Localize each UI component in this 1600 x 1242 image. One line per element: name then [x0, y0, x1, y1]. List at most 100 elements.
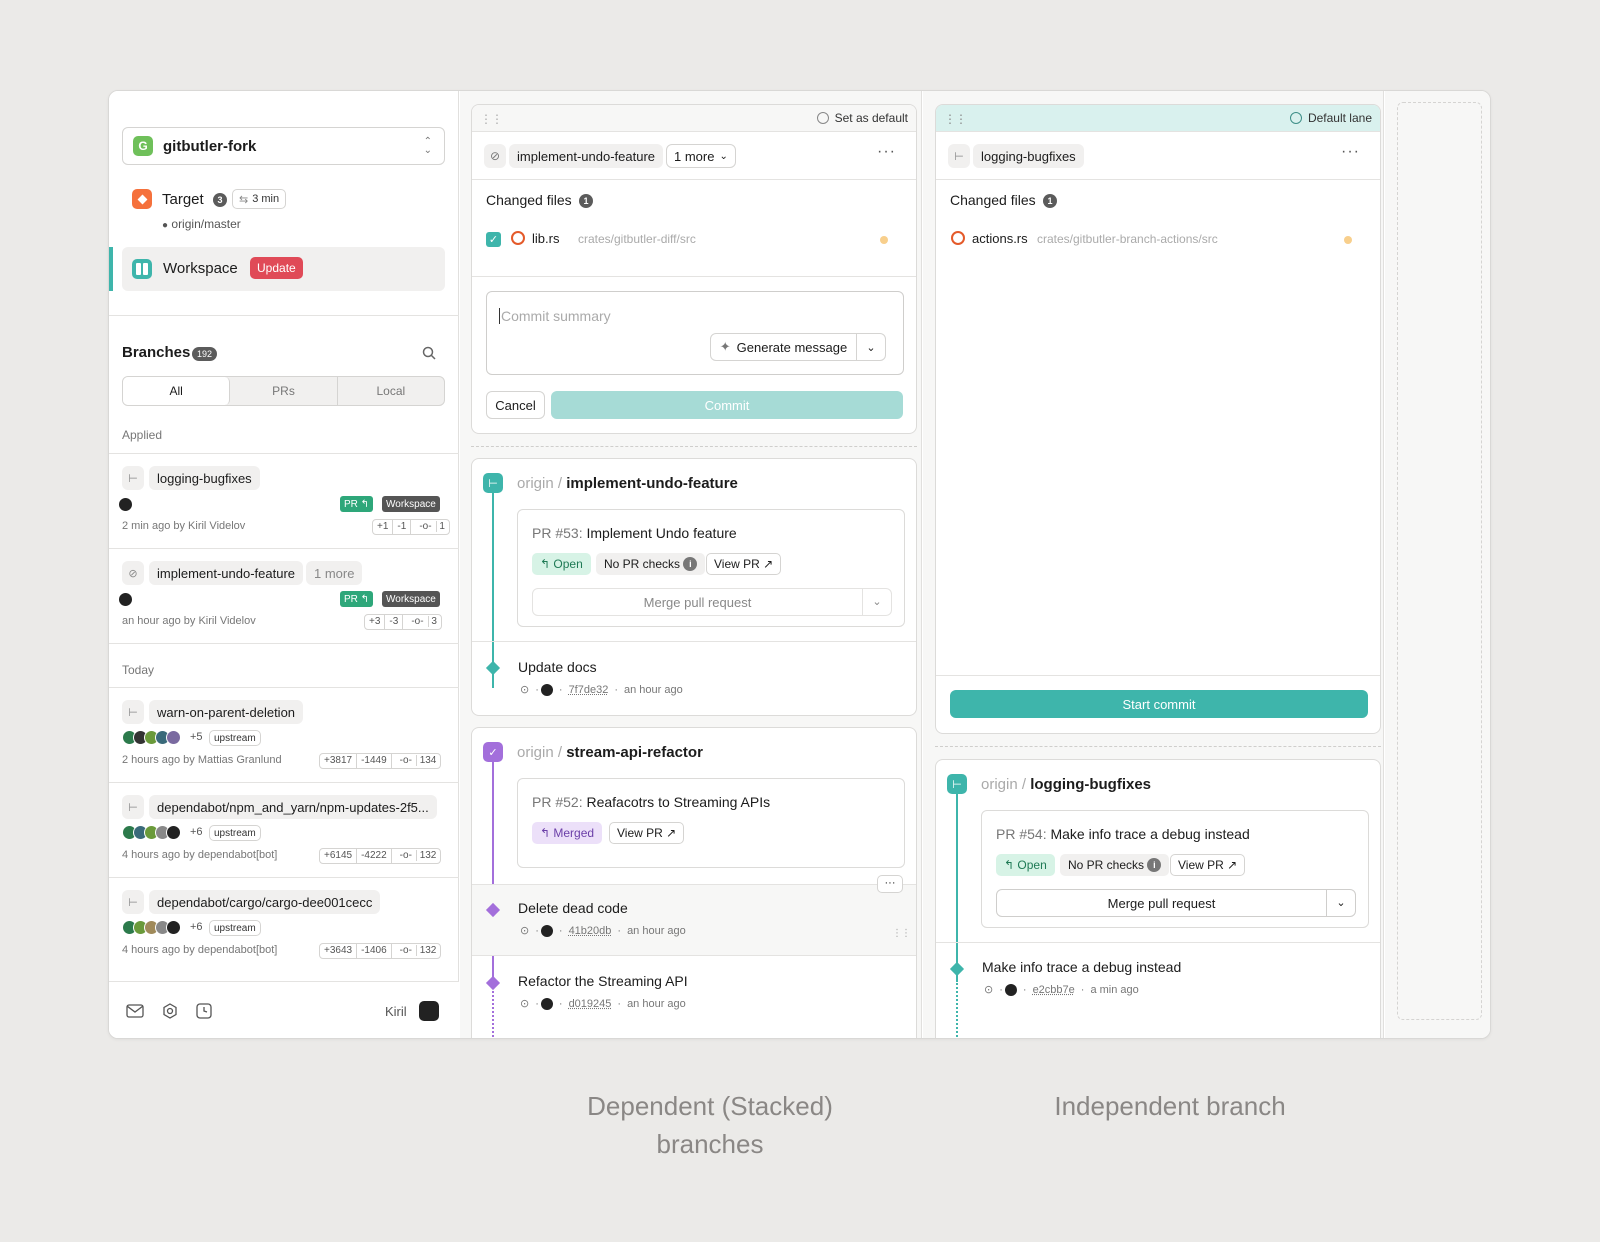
sync-time-pill[interactable]: ⇆ 3 min [232, 189, 287, 209]
today-section-label: Today [122, 663, 155, 677]
view-pr-button[interactable]: View PR ↗ [706, 553, 782, 575]
update-button[interactable]: Update [250, 257, 303, 279]
user-avatar[interactable] [419, 1001, 439, 1021]
view-pr-button[interactable]: View PR ↗ [1170, 854, 1246, 876]
applied-section-label: Applied [122, 428, 163, 442]
additions: +3817 [320, 754, 358, 768]
commit-time: an hour ago [627, 924, 686, 937]
cancel-button[interactable]: Cancel [486, 391, 545, 419]
merge-pr-button[interactable]: Merge pull request [997, 890, 1327, 916]
remote-prefix: origin / [981, 776, 1027, 793]
branch-title-name: stream-api-refactor [566, 744, 703, 761]
info-icon[interactable]: i [1147, 858, 1162, 872]
commit-title[interactable]: Delete dead code [518, 900, 628, 916]
pr-checks: No PR checks i [1060, 854, 1170, 876]
commit-hash[interactable]: 41b20db [569, 925, 612, 937]
commit-icon: -o- [395, 850, 417, 861]
workspace-item[interactable]: Workspace Update [122, 247, 445, 291]
commit-title[interactable]: Refactor the Streaming API [518, 973, 688, 989]
avatar-extra-count: +6 [190, 921, 203, 933]
target-item[interactable]: Target 3 ⇆ 3 min ● origin/master [129, 189, 429, 235]
more-branches-dropdown[interactable]: 1 more ⌄ [666, 144, 736, 168]
commit-count: 134 [419, 755, 437, 766]
branch-title[interactable]: origin / stream-api-refactor [517, 744, 703, 761]
search-icon[interactable] [422, 346, 436, 360]
generate-message-button[interactable]: ✦ Generate message [711, 334, 857, 360]
history-icon[interactable] [196, 1003, 212, 1019]
project-selector[interactable]: G gitbutler-fork ⌃ ⌄ [122, 127, 445, 165]
commit-meta: ⊙ · · 41b20db · an hour ago [520, 924, 686, 937]
commit-hash[interactable]: d019245 [569, 998, 612, 1010]
chevron-down-icon[interactable]: ⌄ [1327, 890, 1355, 916]
commit-title[interactable]: Update docs [518, 659, 597, 675]
pr-checks-label: No PR checks [604, 557, 681, 571]
commit-more-options-icon[interactable]: ··· [877, 875, 903, 893]
check-circle-icon: ⊙ [520, 684, 530, 696]
branch-list-item[interactable]: ⊢ warn-on-parent-deletion +5 upstream 2 … [109, 688, 459, 783]
pr-card: PR #53: Implement Undo feature ↰ Open No… [517, 509, 905, 627]
info-icon[interactable]: i [683, 557, 698, 571]
tab-all[interactable]: All [123, 377, 231, 405]
commit-icon: -o- [395, 945, 417, 956]
chevron-down-icon[interactable]: ⌄ [857, 341, 885, 354]
branch-name: implement-undo-feature [149, 561, 304, 585]
chevron-down-icon[interactable]: ⌄ [863, 589, 891, 615]
branch-list-item[interactable]: ⊢ logging-bugfixes PR ↰ Workspace 2 min … [109, 454, 459, 549]
merge-pr-button[interactable]: Merge pull request [533, 589, 863, 615]
branch-name: warn-on-parent-deletion [149, 700, 304, 724]
more-branches-label: 1 more [674, 148, 715, 164]
target-circle-icon [816, 112, 829, 124]
lane-header: ⋮⋮ Set as default [472, 105, 916, 132]
branch-list-item[interactable]: ⊢ dependabot/cargo/cargo-dee001cecc +6 u… [109, 878, 459, 973]
modified-dot [1344, 236, 1352, 244]
commit-time: a min ago [1090, 983, 1139, 996]
commit-title[interactable]: Make info trace a debug instead [982, 959, 1181, 975]
branch-stats: +1 -1 -o- 1 [372, 519, 450, 535]
branch-time: 2 min ago by Kiril Videlov [122, 520, 246, 532]
more-options-icon[interactable]: ··· [877, 143, 896, 161]
commit-hash[interactable]: 7f7de32 [569, 684, 609, 696]
tab-local[interactable]: Local [338, 377, 444, 405]
commit-time: an hour ago [624, 683, 683, 696]
commit-hash[interactable]: e2cbb7e [1033, 984, 1075, 996]
commit-summary-input[interactable]: Commit summary ✦ Generate message ⌄ [486, 291, 904, 375]
start-commit-button[interactable]: Start commit [950, 690, 1368, 718]
drag-handle-icon[interactable]: ⋮⋮ [892, 928, 911, 939]
view-pr-button[interactable]: View PR ↗ [609, 822, 685, 844]
tab-prs[interactable]: PRs [230, 377, 338, 405]
drag-handle-icon[interactable]: ⋮⋮ [944, 112, 967, 126]
branch-title[interactable]: origin / logging-bugfixes [981, 776, 1151, 793]
commit-button[interactable]: Commit [551, 391, 903, 419]
additions: +1 [373, 520, 394, 534]
independent-caption: Independent branch [1054, 1091, 1286, 1121]
file-name[interactable]: lib.rs [532, 231, 559, 246]
pr-status-label: Merged [553, 826, 595, 840]
drag-handle-icon[interactable]: ⋮⋮ [480, 112, 503, 126]
new-lane-dropzone[interactable] [1397, 102, 1482, 1020]
branch-list-item[interactable]: ⊢ dependabot/npm_and_yarn/npm-updates-2f… [109, 783, 459, 878]
branch-card: ⊢ origin / implement-undo-feature PR #53… [471, 458, 917, 716]
stacked-caption-line1: Dependent (Stacked) [587, 1091, 833, 1121]
commit-meta: ⊙ · · d019245 · an hour ago [520, 997, 686, 1010]
sync-time: 3 min [252, 193, 280, 205]
commit-meta: ⊙ · · e2cbb7e · a min ago [984, 983, 1139, 996]
branch-name[interactable]: implement-undo-feature [509, 144, 664, 168]
target-label: Target [162, 191, 204, 208]
commit-row[interactable] [472, 884, 916, 956]
settings-icon[interactable] [162, 1003, 178, 1019]
branch-icon: ⊢ [483, 473, 503, 493]
branch-name[interactable]: logging-bugfixes [973, 144, 1084, 168]
file-checkbox[interactable]: ✓ [486, 232, 501, 247]
branch-filter-tabs: All PRs Local [122, 376, 445, 406]
branch-list-item[interactable]: ⊘ implement-undo-feature 1 more PR ↰ Wor… [109, 549, 459, 644]
more-options-icon[interactable]: ··· [1341, 143, 1360, 161]
file-name[interactable]: actions.rs [972, 231, 1028, 246]
mail-icon[interactable] [126, 1004, 144, 1018]
chevron-updown-icon: ⌃ ⌄ [423, 136, 432, 156]
set-default-label: Set as default [834, 111, 908, 125]
pr-checks: No PR checks i [596, 553, 706, 575]
set-default-button[interactable]: Set as default [816, 111, 908, 125]
commit-count: 132 [419, 850, 437, 861]
branch-title[interactable]: origin / implement-undo-feature [517, 475, 738, 492]
app-window: G gitbutler-fork ⌃ ⌄ Target 3 ⇆ 3 min ● o… [108, 90, 1491, 1039]
